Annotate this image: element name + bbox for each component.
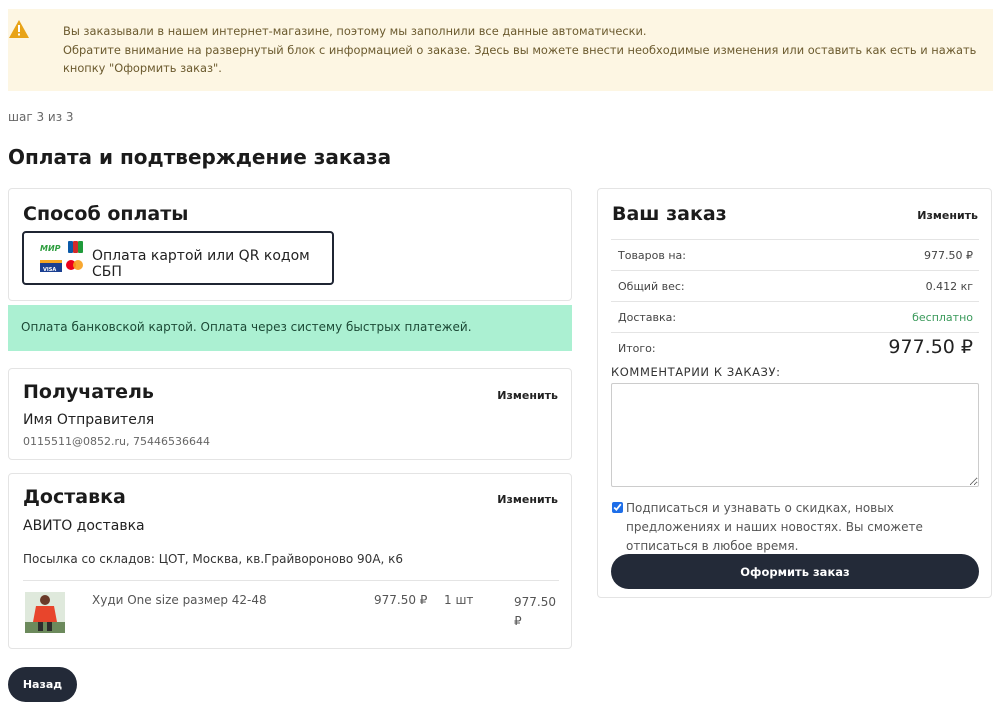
order-summary-card: Ваш заказ Изменить Товаров на: 977.50 ₽ … — [597, 188, 992, 598]
notice-text: Вы заказывали в нашем интернет-магазине,… — [63, 22, 976, 78]
summary-row-label: Итого: — [618, 342, 656, 355]
summary-row-value: 977.50 ₽ — [924, 249, 973, 262]
auto-fill-notice: Вы заказывали в нашем интернет-магазине,… — [8, 9, 993, 91]
summary-row-value: 0.412 кг — [925, 280, 973, 293]
product-price: 977.50 ₽ — [374, 593, 428, 607]
mir-logo-text: МИР — [40, 244, 61, 253]
payment-systems-logos-icon: МИР VISA — [40, 241, 83, 273]
back-button[interactable]: Назад — [8, 667, 77, 702]
summary-row-label: Товаров на: — [618, 249, 687, 262]
product-quantity: 1 шт — [444, 593, 474, 607]
summary-row-total: Итого: 977.50 ₽ — [611, 332, 979, 363]
summary-change-link[interactable]: Изменить — [917, 209, 978, 222]
order-comment-textarea[interactable] — [611, 383, 979, 487]
delivery-card: Доставка Изменить АВИТО доставка Посылка… — [8, 473, 572, 649]
recipient-contacts: 0115511@0852.ru, 75446536644 — [23, 435, 210, 448]
delivery-method: АВИТО доставка — [23, 518, 145, 534]
summary-row-weight: Общий вес: 0.412 кг — [611, 270, 979, 301]
notice-line-1: Вы заказывали в нашем интернет-магазине,… — [63, 24, 647, 38]
page-title: Оплата и подтверждение заказа — [8, 145, 392, 169]
product-name: Худи One size размер 42-48 — [92, 593, 267, 607]
product-total: 977.50 ₽ — [514, 595, 556, 628]
delivery-title: Доставка — [23, 486, 126, 508]
payment-info-text: Оплата банковской картой. Оплата через с… — [21, 320, 472, 334]
summary-row-label: Общий вес: — [618, 280, 685, 293]
recipient-name: Имя Отправителя — [23, 412, 155, 428]
summary-title: Ваш заказ — [612, 203, 727, 225]
payment-option-card-sbp[interactable]: МИР VISA Оплата картой или QR кодом СБП — [22, 231, 334, 285]
payment-title: Способ оплаты — [23, 203, 189, 225]
summary-row-label: Доставка: — [618, 311, 677, 324]
visa-logo-text: VISA — [43, 267, 56, 273]
summary-row-value: бесплатно — [912, 311, 973, 324]
delivery-change-link[interactable]: Изменить — [497, 493, 558, 506]
recipient-title: Получатель — [23, 381, 154, 403]
payment-method-card: Способ оплаты МИР VISA Оплата картой или… — [8, 188, 572, 301]
comment-label: КОММЕНТАРИИ К ЗАКАЗУ: — [611, 365, 781, 379]
summary-row-goods: Товаров на: 977.50 ₽ — [611, 239, 979, 270]
summary-total-value: 977.50 ₽ — [888, 336, 973, 358]
summary-row-delivery: Доставка: бесплатно — [611, 301, 979, 332]
payment-option-label: Оплата картой или QR кодом СБП — [92, 248, 310, 280]
notice-line-2: Обратите внимание на развернутый блок с … — [63, 42, 977, 57]
notice-line-3: кнопку "Оформить заказ". — [63, 61, 222, 75]
step-indicator: шаг 3 из 3 — [8, 110, 74, 124]
payment-info-banner: Оплата банковской картой. Оплата через с… — [8, 305, 572, 351]
delivery-address: Посылка со складов: ЦОТ, Москва, кв.Грай… — [23, 552, 404, 566]
recipient-card: Получатель Изменить Имя Отправителя 0115… — [8, 368, 572, 460]
delivery-divider — [23, 580, 559, 581]
hoodie-image-icon — [25, 592, 65, 633]
product-thumbnail[interactable] — [25, 592, 65, 633]
subscribe-checkbox[interactable] — [612, 502, 623, 513]
submit-order-button[interactable]: Оформить заказ — [611, 554, 979, 589]
subscribe-text: Подписаться и узнавать о скидках, новых … — [626, 501, 923, 553]
warning-icon — [9, 20, 29, 38]
recipient-change-link[interactable]: Изменить — [497, 389, 558, 402]
